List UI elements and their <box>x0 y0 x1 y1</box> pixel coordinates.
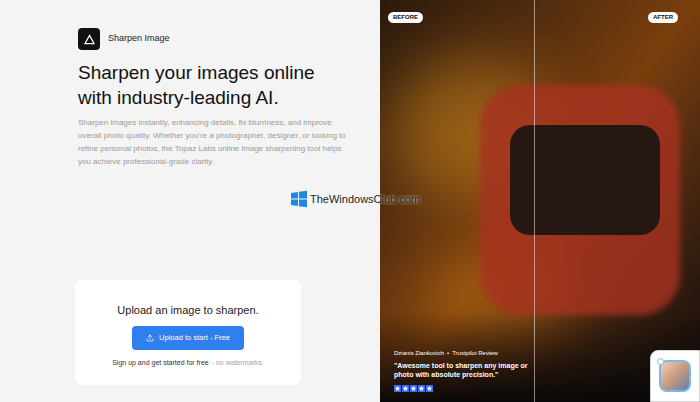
upload-note: Sign up and get started for free- no wat… <box>112 358 264 369</box>
upload-icon <box>146 334 154 342</box>
star-icon <box>395 386 400 391</box>
star <box>402 385 409 392</box>
star-icon <box>427 386 432 391</box>
hero-title: Sharpen your images online with industry… <box>78 60 343 110</box>
star <box>410 385 417 392</box>
bus-window <box>510 125 660 235</box>
logo-badge <box>78 28 100 50</box>
upload-note-muted: - no watermarks. <box>212 358 264 369</box>
avatar-dot <box>657 358 664 365</box>
divider-line[interactable] <box>534 0 535 402</box>
watermark-text: TheWindowsClub.com <box>310 191 420 208</box>
logo-label: Sharpen Image <box>108 32 170 46</box>
comparison-photo[interactable]: BEFORE AFTER Dzianis Ziankovich•Trustpilot… <box>380 0 700 402</box>
star-icon <box>419 386 424 391</box>
review-quote: "Awesome tool to sharpen any image or ph… <box>394 361 534 379</box>
page: Sharpen Image Sharpen your images online … <box>0 0 700 402</box>
chat-widget[interactable] <box>650 350 700 402</box>
star <box>418 385 425 392</box>
windows-logo-icon <box>290 190 308 208</box>
upload-card: Upload an image to sharpen. Upload to sta… <box>75 280 301 385</box>
upload-button[interactable]: Upload to start - Free <box>132 326 244 350</box>
review: Dzianis Ziankovich•Trustpilot Review "Awe… <box>394 349 534 392</box>
watermark: TheWindowsClub.com <box>290 190 420 208</box>
upload-card-title: Upload an image to sharpen. <box>117 302 258 319</box>
star-icon <box>411 386 416 391</box>
review-author: Dzianis Ziankovich•Trustpilot Review <box>394 349 534 358</box>
chat-avatar <box>659 360 691 392</box>
hero-description: Sharpen images instantly, enhancing deta… <box>78 116 346 168</box>
star <box>426 385 433 392</box>
star-icon <box>403 386 408 391</box>
review-stars <box>394 385 534 392</box>
star <box>394 385 401 392</box>
triangle-icon <box>84 34 95 45</box>
after-badge: AFTER <box>648 12 678 23</box>
before-badge: BEFORE <box>388 12 423 23</box>
logo[interactable]: Sharpen Image <box>78 28 380 50</box>
